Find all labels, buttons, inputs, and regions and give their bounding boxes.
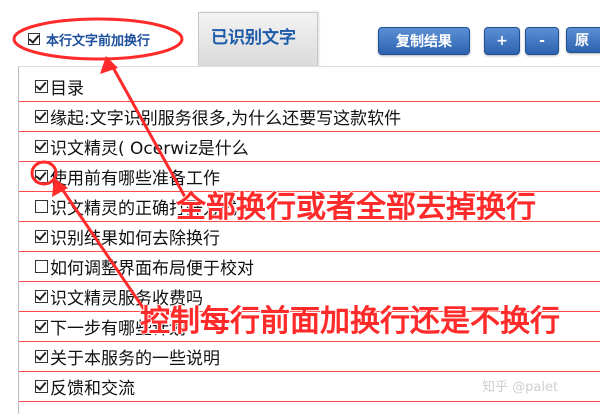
- prepend-newline-label: 本行文字前加换行: [46, 33, 151, 49]
- line-text: 识文精灵( Ocerwiz是什么: [50, 138, 249, 159]
- list-item[interactable]: 关于本服务的一些说明: [19, 341, 600, 372]
- tab-recognized-text[interactable]: 已识别文字: [198, 12, 318, 71]
- line-text: 缘起:文字识别服务很多,为什么还要写这款软件: [50, 108, 402, 129]
- line-checkbox-icon[interactable]: [35, 199, 48, 213]
- annotation-per-line: 控制每行前面加换行还是不换行: [140, 304, 560, 339]
- line-checkbox-icon[interactable]: [35, 79, 48, 93]
- line-text: 反馈和交流: [50, 378, 135, 399]
- line-checkbox-icon[interactable]: [35, 259, 48, 273]
- line-checkbox-icon[interactable]: [35, 289, 48, 303]
- annotation-all-lines: 全部换行或者全部去掉换行: [176, 190, 536, 225]
- original-button[interactable]: 原: [566, 27, 600, 53]
- line-checkbox-icon[interactable]: [35, 139, 48, 153]
- line-checkbox-icon[interactable]: [35, 229, 48, 243]
- list-item[interactable]: 缘起:文字识别服务很多,为什么还要写这款软件: [19, 101, 600, 132]
- prepend-newline-toggle[interactable]: 本行文字前加换行: [28, 24, 150, 54]
- tab-recognized-text-label: 已识别文字: [211, 28, 296, 48]
- prepend-newline-checkbox-icon[interactable]: [28, 33, 40, 45]
- list-item[interactable]: 目录: [19, 71, 600, 102]
- recognized-lines-list: 目录 缘起:文字识别服务很多,为什么还要写这款软件 识文精灵( Ocerwiz是…: [18, 66, 600, 414]
- line-checkbox-icon[interactable]: [35, 109, 48, 123]
- line-checkbox-icon[interactable]: [35, 379, 48, 393]
- line-text: 如何调整界面布局便于校对: [50, 258, 254, 279]
- copy-result-button[interactable]: 复制结果: [378, 27, 470, 55]
- line-text: 目录: [50, 78, 84, 99]
- zoom-in-button[interactable]: +: [484, 27, 520, 55]
- line-checkbox-icon[interactable]: [35, 169, 48, 183]
- line-text: 识别结果如何去除换行: [50, 228, 220, 249]
- list-item[interactable]: 识文精灵( Ocerwiz是什么: [19, 131, 600, 162]
- zoom-out-button[interactable]: -: [525, 27, 559, 55]
- list-item[interactable]: 如何调整界面布局便于校对: [19, 251, 600, 282]
- line-checkbox-icon[interactable]: [35, 319, 48, 333]
- line-checkbox-icon[interactable]: [35, 349, 48, 363]
- line-text: 关于本服务的一些说明: [50, 348, 220, 369]
- toolbar: 本行文字前加换行 已识别文字 复制结果 + - 原: [0, 0, 600, 71]
- watermark: 知乎 @palet: [482, 380, 559, 395]
